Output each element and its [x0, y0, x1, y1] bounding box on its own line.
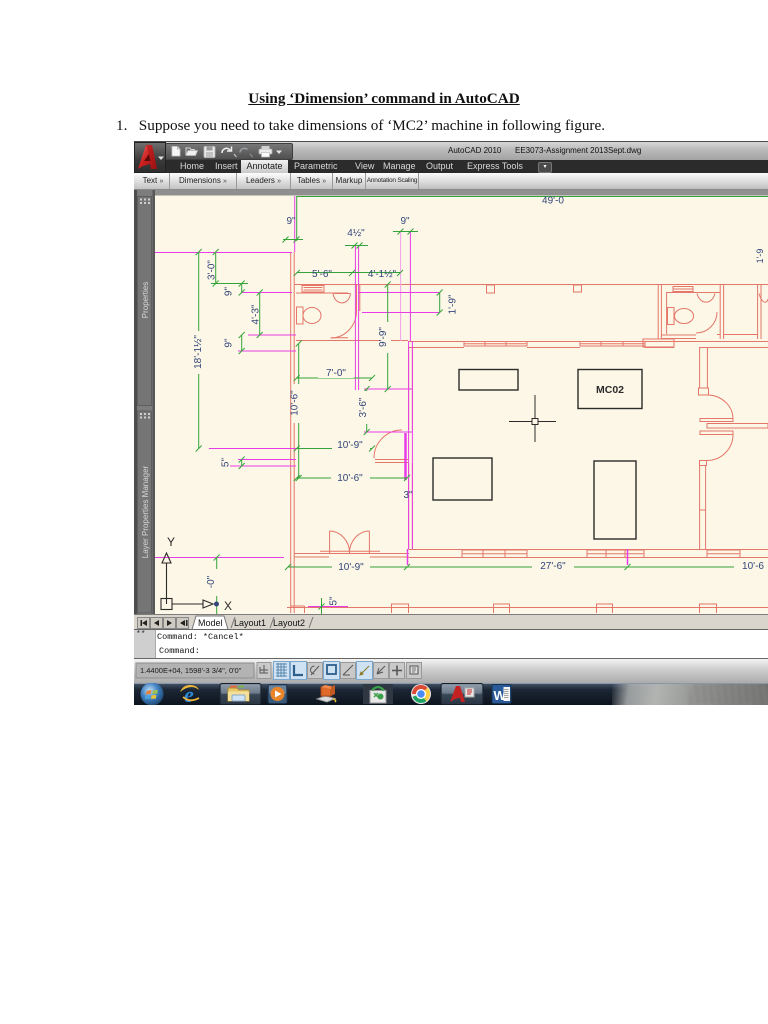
svg-text:4'-1½": 4'-1½"	[368, 269, 397, 280]
svg-text:Layer Properties Manager: Layer Properties Manager	[141, 465, 150, 558]
svg-text:Model: Model	[198, 618, 223, 628]
svg-text:Layout1: Layout1	[234, 618, 266, 628]
svg-text:-0": -0"	[206, 575, 217, 588]
svg-text:10'-6": 10'-6"	[290, 390, 301, 416]
svg-text:Properties: Properties	[141, 282, 150, 318]
svg-text:5": 5"	[329, 596, 340, 606]
svg-text:9'-9": 9'-9"	[378, 327, 389, 347]
svg-text:10'-9": 10'-9"	[337, 440, 363, 451]
svg-text:1.4400E+04, 1598'-3 3/4", 0'0": 1.4400E+04, 1598'-3 3/4", 0'0"	[140, 666, 242, 675]
svg-text:Layout2: Layout2	[273, 618, 305, 628]
svg-text:9": 9"	[286, 216, 296, 227]
svg-text:3'-0": 3'-0"	[207, 260, 218, 280]
svg-text:9": 9"	[224, 287, 235, 297]
svg-text:5'-6": 5'-6"	[312, 269, 332, 280]
svg-text:X: X	[224, 599, 232, 613]
svg-text:3": 3"	[403, 490, 413, 501]
svg-text:49'-0: 49'-0	[542, 196, 564, 207]
svg-text:18'-1½": 18'-1½"	[193, 335, 204, 369]
svg-text:10'-6": 10'-6"	[337, 473, 363, 484]
svg-text:Y: Y	[167, 535, 175, 549]
svg-text:4'-3": 4'-3"	[251, 304, 262, 324]
svg-text:27'-6": 27'-6"	[540, 561, 566, 572]
svg-text:9": 9"	[224, 338, 235, 348]
svg-text:10'-6: 10'-6	[742, 561, 764, 572]
svg-text:MC02: MC02	[596, 384, 624, 396]
svg-text:5": 5"	[221, 458, 232, 468]
svg-text:9": 9"	[400, 216, 410, 227]
svg-text:1'-9": 1'-9"	[448, 294, 459, 314]
svg-text:4½": 4½"	[347, 228, 365, 239]
svg-text:10'-9": 10'-9"	[338, 562, 364, 573]
svg-text:1'-9: 1'-9	[755, 249, 765, 264]
svg-text:7'-0": 7'-0"	[326, 368, 346, 379]
svg-text:3'-6": 3'-6"	[358, 397, 369, 417]
